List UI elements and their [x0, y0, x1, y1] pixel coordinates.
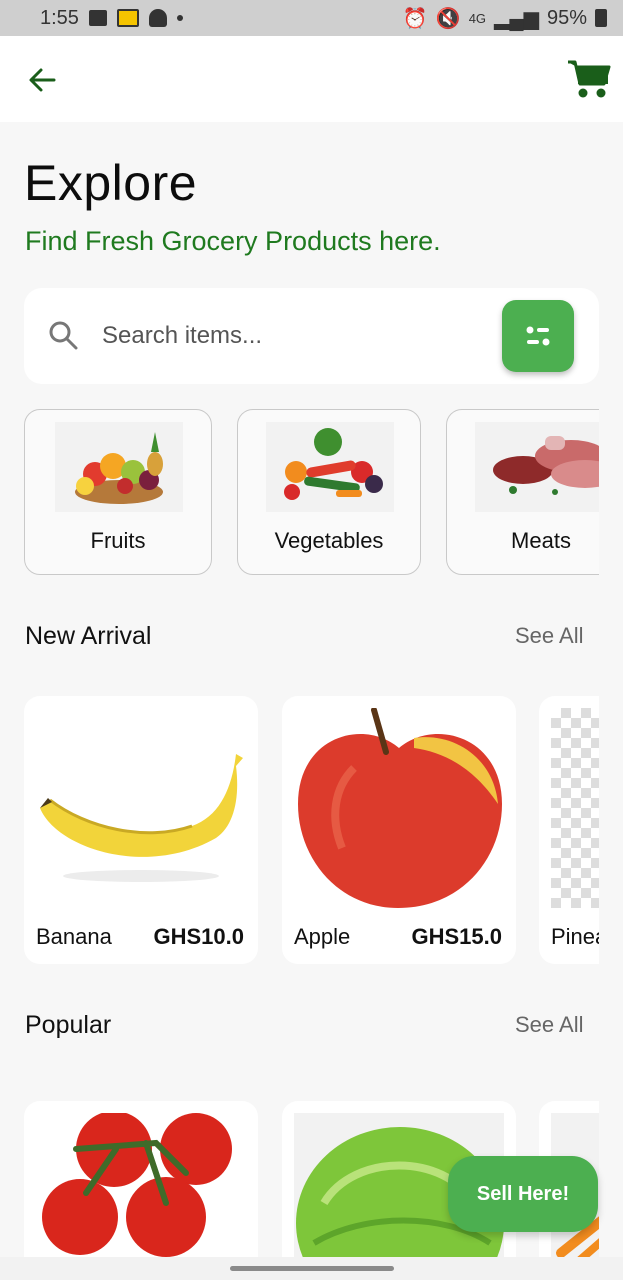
- popular-title: Popular: [25, 1011, 112, 1039]
- gallery-icon: [88, 10, 107, 26]
- status-bar: 1:55 ⏰ 🔇 4G ▂▄▆ 95%: [0, 0, 623, 36]
- status-time: 1:55: [40, 6, 79, 29]
- page-subtitle: Find Fresh Grocery Products here.: [25, 226, 441, 256]
- alarm-icon: ⏰: [402, 7, 428, 30]
- category-meats[interactable]: Meats: [446, 409, 599, 575]
- category-label: Vegetables: [274, 528, 384, 553]
- product-card-pineapple[interactable]: Pinea: [539, 696, 599, 964]
- banana-image: [36, 708, 246, 908]
- category-fruits[interactable]: Fruits: [24, 409, 212, 575]
- back-button[interactable]: [24, 62, 60, 98]
- cart-icon: [568, 60, 611, 98]
- product-price: GHS15.0: [411, 924, 503, 949]
- mute-icon: 🔇: [435, 7, 461, 30]
- tomato-image: [36, 1113, 246, 1257]
- page-title: Explore: [24, 155, 198, 211]
- notification-dot-icon: [176, 15, 183, 21]
- product-card-tomato[interactable]: [24, 1101, 258, 1257]
- new-arrival-see-all-link[interactable]: See All: [515, 623, 584, 649]
- filter-icon: [526, 326, 550, 346]
- battery-icon: [595, 9, 607, 27]
- search-bar: [24, 288, 599, 384]
- product-card-banana[interactable]: Banana GHS10.0: [24, 696, 258, 964]
- snapchat-icon: [148, 9, 167, 27]
- new-arrival-title: New Arrival: [25, 622, 152, 650]
- product-name: Pinea: [551, 924, 599, 949]
- product-price: GHS10.0: [153, 924, 245, 949]
- pineapple-image: [551, 708, 599, 908]
- product-name: Banana: [36, 924, 112, 949]
- category-vegetables[interactable]: Vegetables: [237, 409, 421, 575]
- product-card-apple[interactable]: Apple GHS15.0: [282, 696, 516, 964]
- network-type: 4G: [468, 10, 487, 26]
- search-input[interactable]: [102, 316, 482, 356]
- category-label: Fruits: [90, 528, 146, 553]
- filter-button[interactable]: [502, 300, 574, 372]
- popular-see-all-link[interactable]: See All: [515, 1012, 584, 1038]
- search-icon: [49, 321, 78, 350]
- sell-here-button[interactable]: Sell Here!: [448, 1156, 598, 1232]
- back-arrow-icon: [29, 68, 56, 92]
- app-bar: [0, 36, 623, 122]
- apple-image: [294, 708, 504, 908]
- mtn-icon: [116, 9, 139, 27]
- category-label: Meats: [511, 528, 571, 553]
- home-indicator[interactable]: [230, 1266, 394, 1271]
- vegetables-image: [266, 422, 394, 512]
- fruits-image: [55, 422, 183, 512]
- cart-button[interactable]: [566, 58, 612, 100]
- battery-percent: 95%: [546, 6, 587, 29]
- category-list: Fruits Vegetables Meats: [24, 409, 599, 577]
- signal-icon: ▂▄▆: [494, 7, 539, 30]
- new-arrival-list: Banana GHS10.0 Apple GHS15.0 Pinea: [24, 696, 599, 964]
- meats-image: [475, 422, 599, 512]
- product-name: Apple: [294, 924, 351, 949]
